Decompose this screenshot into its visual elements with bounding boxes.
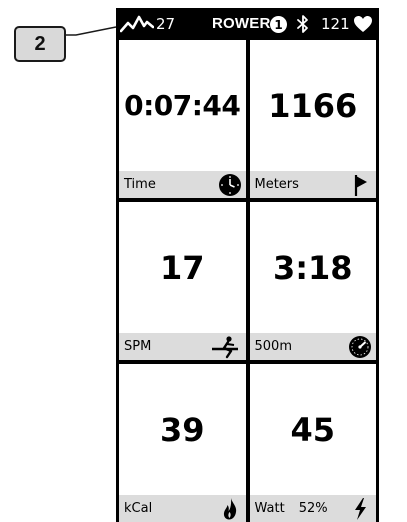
activity-graph-icon bbox=[120, 8, 154, 40]
tile-footer: Time bbox=[119, 171, 246, 198]
callout-badge: 2 bbox=[14, 26, 66, 62]
mode-label: ROWER bbox=[212, 15, 271, 32]
tile-footer: SPM bbox=[119, 333, 246, 360]
tile-watt: 45 Watt 52% bbox=[249, 364, 376, 522]
mode-badge: 1 bbox=[270, 16, 287, 33]
time-value: 0:07:44 bbox=[124, 89, 241, 122]
tile-pace: 3:18 500m bbox=[249, 202, 376, 360]
heart-rate-value: 121 bbox=[321, 15, 350, 33]
watt-percent: 52% bbox=[298, 501, 328, 516]
watt-label: Watt bbox=[254, 501, 285, 516]
tile-kcal: 39 kCal bbox=[119, 364, 246, 522]
spm-value: 17 bbox=[159, 248, 205, 287]
kcal-label: kCal bbox=[124, 501, 153, 516]
speedometer-icon bbox=[348, 335, 372, 359]
kcal-value: 39 bbox=[159, 410, 205, 449]
lightning-icon bbox=[348, 497, 372, 521]
pace-value: 3:18 bbox=[272, 248, 353, 287]
tile-footer: Watt 52% bbox=[249, 495, 376, 522]
heart-icon bbox=[353, 8, 373, 40]
flame-icon bbox=[218, 497, 242, 521]
flag-icon bbox=[348, 173, 372, 197]
tile-meters: 1166 Meters bbox=[249, 40, 376, 198]
meters-value: 1166 bbox=[268, 86, 358, 125]
metrics-grid: 0:07:44 Time 1166 Meters 17 SPM 3:18 500… bbox=[119, 40, 376, 522]
bluetooth-icon bbox=[296, 8, 310, 40]
pace-label: 500m bbox=[254, 339, 292, 354]
status-bar: 27 ROWER 1 121 bbox=[116, 8, 379, 40]
tile-time: 0:07:44 Time bbox=[119, 40, 246, 198]
tile-spm: 17 SPM bbox=[119, 202, 246, 360]
spm-label: SPM bbox=[124, 339, 152, 354]
clock-icon bbox=[218, 173, 242, 197]
meters-label: Meters bbox=[254, 177, 299, 192]
tile-footer: kCal bbox=[119, 495, 246, 522]
tile-footer: Meters bbox=[249, 171, 376, 198]
watt-value: 45 bbox=[290, 410, 336, 449]
callout-number: 2 bbox=[34, 32, 46, 55]
graph-value: 27 bbox=[156, 15, 176, 33]
screenshot: 2 27 ROWER 1 121 0:07:44 Time 1166 Meter… bbox=[0, 0, 407, 522]
rower-icon bbox=[210, 335, 240, 359]
rower-display: 27 ROWER 1 121 0:07:44 Time 1166 Meters … bbox=[116, 8, 379, 522]
time-label: Time bbox=[124, 177, 156, 192]
tile-footer: 500m bbox=[249, 333, 376, 360]
